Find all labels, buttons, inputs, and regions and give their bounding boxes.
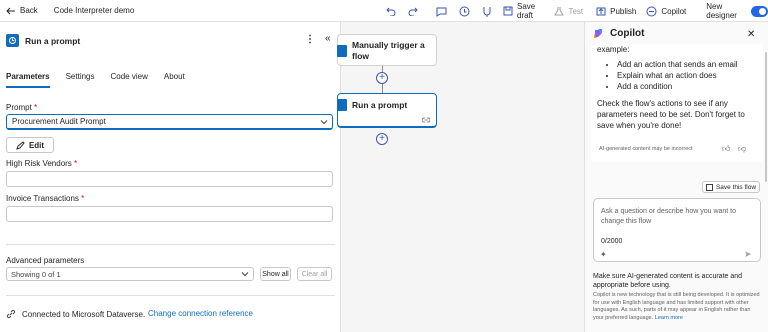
back-button[interactable]: Back [6, 6, 38, 15]
ai-builder-icon [6, 34, 19, 47]
redo-icon[interactable] [408, 6, 418, 17]
copilot-button[interactable]: Copilot [646, 6, 686, 17]
panel-tabs: Parameters Settings Code view About [6, 72, 185, 88]
chevron-down-icon [320, 120, 328, 125]
save-draft-button[interactable]: Save draft [503, 2, 543, 20]
divider [6, 244, 335, 245]
trigger-title: Manually trigger a flow [352, 40, 425, 61]
history-icon[interactable] [459, 6, 470, 17]
add-step-button[interactable]: + [376, 72, 388, 84]
flask-icon [553, 6, 564, 17]
prompt-select[interactable]: Procurement Audit Prompt [6, 114, 333, 130]
link-icon [6, 309, 16, 319]
suggestion-list: Add an action that sends an email Explai… [617, 59, 757, 92]
add-step-button[interactable]: + [376, 133, 388, 145]
chevron-down-icon [241, 272, 249, 277]
panel-title: Run a prompt [25, 35, 81, 46]
comments-icon[interactable] [436, 6, 447, 17]
copilot-title: Copilot [610, 28, 645, 39]
send-icon[interactable]: ➤ [744, 249, 752, 260]
thumbs-up-icon[interactable]: 👍︎ [722, 144, 730, 154]
link-icon [422, 117, 430, 123]
ai-builder-icon [337, 99, 347, 111]
learn-more-link[interactable]: Learn more [655, 315, 683, 321]
top-bar: Back Code Interpreter demo Save draft Te… [0, 0, 768, 22]
pencil-icon [16, 140, 25, 150]
back-label: Back [20, 6, 38, 15]
suggestion-item: Add an action that sends an email [617, 59, 757, 70]
invoice-transactions-input[interactable] [6, 206, 333, 222]
run-prompt-title: Run a prompt [352, 100, 408, 110]
advanced-parameters-label: Advanced parameters [6, 256, 85, 265]
save-flow-label: Save this flow [715, 183, 757, 191]
edit-prompt-button[interactable]: Edit [6, 137, 54, 153]
suggestion-item: Explain what an action does [617, 70, 757, 81]
advanced-value: Showing 0 of 1 [11, 269, 61, 279]
copilot-icon [646, 6, 657, 17]
connection-text: Connected to Microsoft Dataverse. [22, 309, 146, 319]
flow-title: Code Interpreter demo [53, 6, 135, 15]
undo-icon[interactable] [386, 6, 396, 17]
scrollbar[interactable] [765, 52, 767, 182]
suggestion-item: Add a condition [617, 81, 757, 92]
publish-button[interactable]: Publish [595, 6, 636, 17]
new-designer-toggle[interactable] [750, 5, 768, 17]
panel-header: Run a prompt [6, 34, 80, 47]
copilot-input[interactable]: Ask a question or describe how you want … [593, 198, 761, 262]
run-prompt-card[interactable]: Run a prompt [337, 93, 437, 128]
back-arrow-icon [6, 7, 15, 14]
message-intro: example: [597, 45, 630, 54]
prompt-value: Procurement Audit Prompt [12, 117, 106, 126]
save-draft-label: Save draft [517, 2, 536, 20]
character-count: 0/2000 [601, 238, 623, 245]
copilot-logo-icon [594, 29, 602, 38]
test-label: Test [568, 6, 584, 16]
publish-icon [595, 6, 606, 17]
test-button[interactable]: Test [553, 6, 583, 17]
flow-canvas[interactable]: Manually trigger a flow + Run a prompt + [337, 22, 584, 332]
message-tail: Check the flow's actions to see if any p… [597, 99, 745, 130]
divider [6, 295, 335, 296]
save-icon [705, 183, 713, 191]
publish-label: Publish [610, 6, 637, 16]
ai-disclaimer-note: AI-generated content may be incorrect [599, 146, 693, 152]
tab-code-view[interactable]: Code view [111, 72, 148, 88]
edit-label: Edit [28, 140, 45, 150]
save-icon [503, 6, 513, 17]
more-options-icon[interactable]: ⋮ [305, 34, 315, 45]
clear-all-button[interactable]: Clear all [297, 267, 332, 281]
tab-settings[interactable]: Settings [66, 72, 95, 88]
toolbar: Save draft Test Publish Copilot New desi… [384, 0, 768, 22]
copilot-footer: Make sure AI-generated content is accura… [593, 273, 743, 289]
action-config-panel: Run a prompt ⋮ « Parameters Settings Cod… [0, 22, 341, 332]
invoice-transactions-label: Invoice Transactions * [6, 194, 85, 203]
close-icon[interactable]: ✕ [747, 29, 755, 40]
new-designer-label: New designer [706, 2, 737, 20]
advanced-parameters-select[interactable]: Showing 0 of 1 [6, 267, 254, 281]
copilot-disclaimer: Copilot is new technology that is still … [593, 292, 760, 321]
trigger-card[interactable]: Manually trigger a flow [337, 34, 437, 66]
prompt-label: Prompt * [6, 103, 38, 112]
thumbs-down-icon[interactable]: 👎︎ [738, 144, 746, 154]
high-risk-vendors-label: High Risk Vendors * [6, 159, 78, 168]
connector-line [382, 84, 383, 93]
change-connection-link[interactable]: Change connection reference [148, 309, 253, 318]
sparkle-icon[interactable]: ✦ [600, 250, 607, 259]
save-this-flow-button[interactable]: Save this flow [702, 181, 760, 193]
connection-status: Connected to Microsoft Dataverse. [6, 309, 145, 319]
tab-about[interactable]: About [164, 72, 185, 88]
copilot-label: Copilot [661, 6, 687, 16]
show-all-button[interactable]: Show all [260, 267, 291, 281]
copilot-header: Copilot [593, 28, 644, 39]
copilot-panel: Copilot ✕ example: Add an action that se… [584, 22, 768, 332]
copilot-placeholder: Ask a question or describe how you want … [601, 208, 737, 225]
trigger-icon [337, 45, 347, 57]
high-risk-vendors-input[interactable] [6, 171, 333, 187]
tab-parameters[interactable]: Parameters [6, 72, 50, 88]
collapse-icon[interactable]: « [325, 33, 331, 44]
flow-checker-icon[interactable] [482, 6, 493, 17]
